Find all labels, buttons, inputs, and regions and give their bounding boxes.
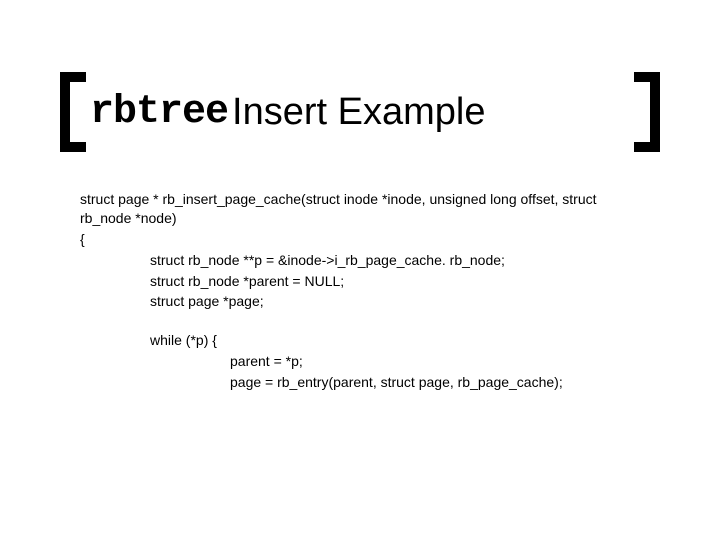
func-signature: struct page * rb_insert_page_cache(struc… [80,190,640,228]
loop-line-2: page = rb_entry(parent, struct page, rb_… [230,373,640,392]
open-brace: { [80,230,640,249]
bracket-left-bot [60,142,86,152]
decl-line-3: struct page *page; [150,292,640,311]
loop-line-1: parent = *p; [230,352,640,371]
title-keyword: rbtree [90,90,228,135]
bracket-left-top [60,72,86,82]
bracket-left [60,72,70,152]
bracket-right-top [634,72,660,82]
title-rest: Insert Example [232,91,485,134]
bracket-right-bot [634,142,660,152]
title-frame: rbtree Insert Example [60,72,660,152]
slide-title: rbtree Insert Example [90,82,630,142]
while-body: parent = *p; page = rb_entry(parent, str… [230,352,640,392]
decl-line-1: struct rb_node **p = &inode->i_rb_page_c… [150,251,640,270]
declarations: struct rb_node **p = &inode->i_rb_page_c… [150,251,640,312]
slide: rbtree Insert Example struct page * rb_i… [0,0,720,540]
while-line: while (*p) { [150,331,640,350]
bracket-right [650,72,660,152]
blank-line [80,313,640,331]
decl-line-2: struct rb_node *parent = NULL; [150,272,640,291]
code-block: struct page * rb_insert_page_cache(struc… [80,190,640,394]
